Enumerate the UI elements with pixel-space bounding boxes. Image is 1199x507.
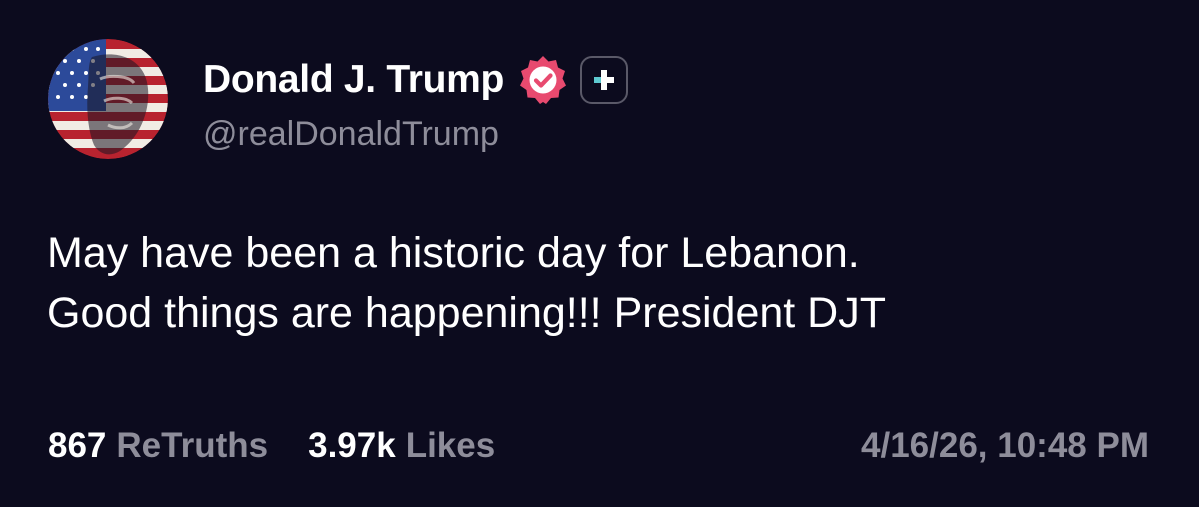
flag-portrait-avatar-icon — [48, 39, 168, 159]
retruths-count: 867 — [48, 426, 107, 465]
likes-count: 3.97k — [308, 426, 396, 465]
post-text-line: May have been a historic day for Lebanon… — [47, 229, 860, 277]
username-handle[interactable]: @realDonaldTrump — [203, 115, 499, 154]
plus-badge[interactable] — [580, 56, 629, 104]
plus-badge-icon — [594, 70, 615, 90]
verified-badge-icon — [520, 56, 567, 104]
retruths-stat[interactable]: 867 ReTruths — [48, 426, 268, 466]
post-timestamp: 4/16/26, 10:48 PM — [861, 426, 1149, 465]
likes-label: Likes — [405, 426, 496, 465]
display-name-row: Donald J. Trump — [203, 54, 629, 106]
likes-stat[interactable]: 3.97k Likes — [308, 426, 495, 466]
post-text-line: Good things are happening!!! President D… — [47, 289, 887, 337]
post-text: May have been a historic day for Lebanon… — [47, 223, 1157, 343]
retruths-label: ReTruths — [116, 426, 269, 465]
display-name[interactable]: Donald J. Trump — [203, 58, 504, 102]
avatar[interactable] — [48, 39, 168, 159]
post-stats: 867 ReTruths 3.97k Likes — [48, 426, 495, 466]
post-card: Donald J. Trump @realDonaldTrump May hav… — [0, 0, 1199, 507]
